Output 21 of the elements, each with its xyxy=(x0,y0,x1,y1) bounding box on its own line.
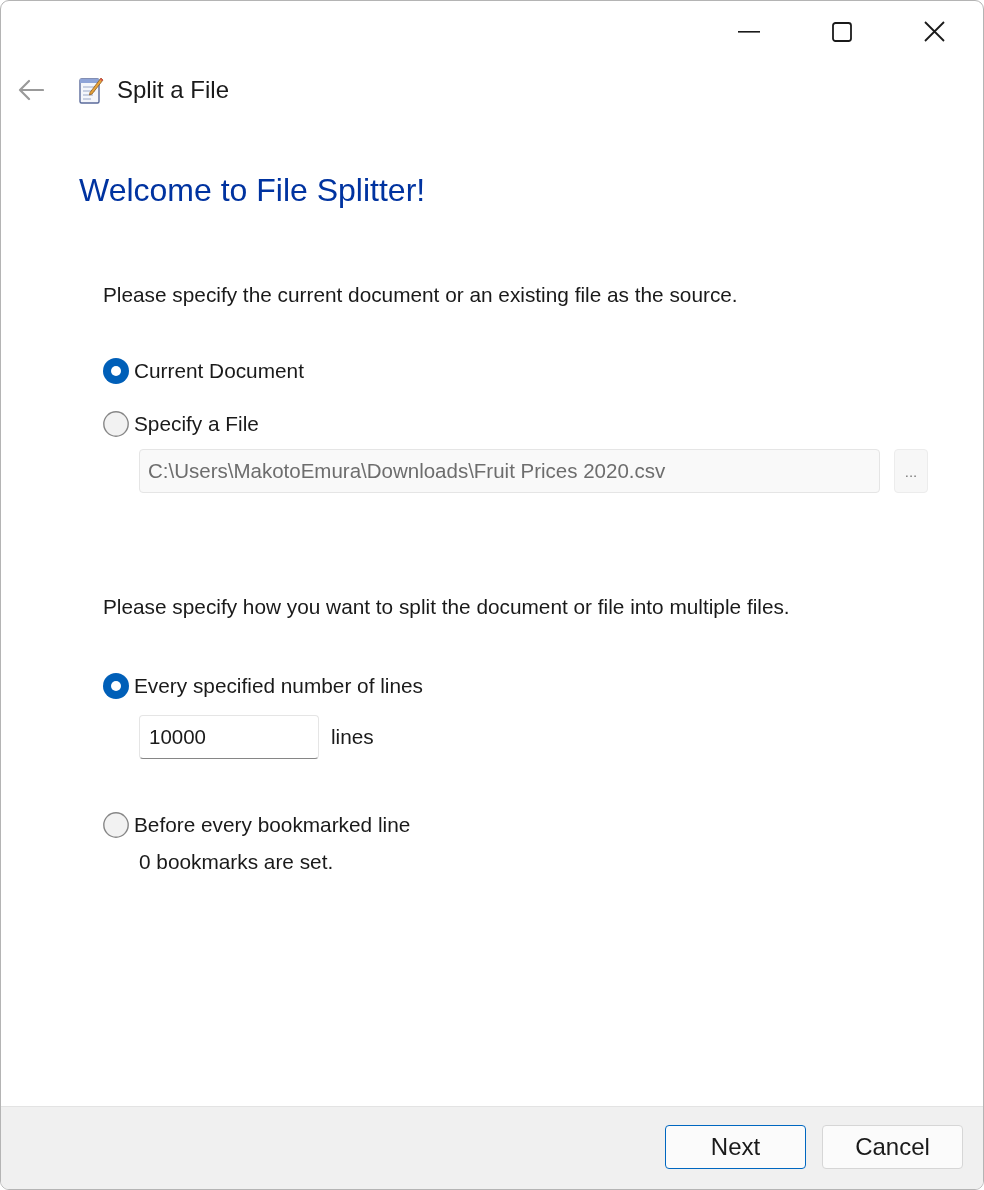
radio-label[interactable]: Specify a File xyxy=(134,411,259,437)
line-count-field[interactable]: 10000 xyxy=(139,715,319,759)
minimize-icon xyxy=(737,30,760,33)
radio-unselected-icon[interactable] xyxy=(103,812,129,838)
radio-selected-icon[interactable] xyxy=(103,673,129,699)
unit-label: lines xyxy=(331,724,374,751)
next-button[interactable]: Next xyxy=(665,1125,806,1169)
radio-label[interactable]: Every specified number of lines xyxy=(134,673,423,699)
maximize-icon xyxy=(831,21,852,42)
radio-label[interactable]: Before every bookmarked line xyxy=(134,812,411,838)
source-prompt: Please specify the current document or an existing file as the source. xyxy=(103,282,738,308)
radio-label[interactable]: Current Document xyxy=(134,358,304,384)
window-title: Split a File xyxy=(117,75,230,105)
bookmark-count-text: 0 bookmarks are set. xyxy=(139,849,334,875)
radio-unselected-icon[interactable] xyxy=(103,411,129,437)
radio-selected-icon[interactable] xyxy=(103,358,129,384)
close-icon xyxy=(924,21,945,42)
page-heading: Welcome to File Splitter! xyxy=(79,171,426,210)
split-prompt: Please specify how you want to split the document or file into multiple files. xyxy=(103,594,790,620)
cancel-button[interactable]: Cancel xyxy=(822,1125,963,1169)
notepad-icon xyxy=(77,75,105,105)
